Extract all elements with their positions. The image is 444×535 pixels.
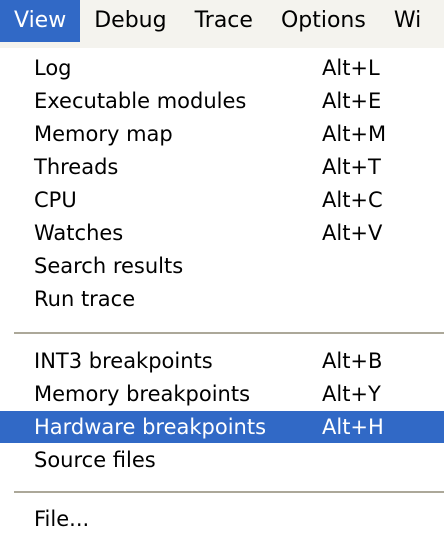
menu-item-label: Executable modules bbox=[34, 89, 247, 113]
menu-item-memory-map[interactable]: Memory map Alt+M bbox=[0, 118, 444, 150]
menu-item-threads[interactable]: Threads Alt+T bbox=[0, 151, 444, 183]
menubar-window[interactable]: Wi bbox=[380, 0, 435, 42]
menu-item-shortcut: Alt+V bbox=[322, 221, 383, 245]
menu-item-label: Memory breakpoints bbox=[34, 382, 251, 406]
menu-item-cpu[interactable]: CPU Alt+C bbox=[0, 184, 444, 216]
menu-item-executable-modules[interactable]: Executable modules Alt+E bbox=[0, 85, 444, 117]
menu-item-label: Source files bbox=[34, 448, 156, 472]
menu-item-label: Threads bbox=[34, 155, 119, 179]
menu-item-label: CPU bbox=[34, 188, 77, 212]
menu-item-log[interactable]: Log Alt+L bbox=[0, 52, 444, 84]
menu-item-search-results[interactable]: Search results bbox=[0, 250, 444, 282]
menu-item-shortcut: Alt+L bbox=[322, 56, 380, 80]
menu-item-shortcut: Alt+T bbox=[322, 155, 381, 179]
menu-separator bbox=[14, 491, 444, 493]
menu-item-shortcut: Alt+Y bbox=[322, 382, 381, 406]
menu-item-shortcut: Alt+M bbox=[322, 122, 387, 146]
menu-item-label: Run trace bbox=[34, 287, 136, 311]
menu-item-label: Hardware breakpoints bbox=[34, 415, 267, 439]
view-dropdown-menu: Log Alt+L Executable modules Alt+E Memor… bbox=[0, 48, 444, 531]
menu-item-label: Watches bbox=[34, 221, 124, 245]
menu-item-hardware-breakpoints[interactable]: Hardware breakpoints Alt+H bbox=[0, 411, 444, 443]
menu-item-label: File... bbox=[34, 507, 90, 531]
menubar-debug[interactable]: Debug bbox=[80, 0, 180, 42]
menu-item-shortcut: Alt+H bbox=[322, 415, 384, 439]
menubar-trace[interactable]: Trace bbox=[181, 0, 267, 42]
menu-item-shortcut: Alt+E bbox=[322, 89, 382, 113]
menu-item-label: Log bbox=[34, 56, 72, 80]
menu-item-file[interactable]: File... bbox=[0, 503, 444, 535]
menubar-options[interactable]: Options bbox=[267, 0, 380, 42]
menu-item-label: INT3 breakpoints bbox=[34, 349, 213, 373]
menu-item-int3-breakpoints[interactable]: INT3 breakpoints Alt+B bbox=[0, 345, 444, 377]
menu-item-label: Search results bbox=[34, 254, 184, 278]
menu-item-source-files[interactable]: Source files bbox=[0, 444, 444, 476]
menu-item-label: Memory map bbox=[34, 122, 173, 146]
menu-separator bbox=[14, 332, 444, 334]
menu-item-shortcut: Alt+C bbox=[322, 188, 383, 212]
menu-bar: View Debug Trace Options Wi bbox=[0, 0, 444, 48]
menu-item-run-trace[interactable]: Run trace bbox=[0, 283, 444, 315]
menu-item-memory-breakpoints[interactable]: Memory breakpoints Alt+Y bbox=[0, 378, 444, 410]
menubar-view[interactable]: View bbox=[0, 0, 81, 42]
menu-item-shortcut: Alt+B bbox=[322, 349, 383, 373]
menu-item-watches[interactable]: Watches Alt+V bbox=[0, 217, 444, 249]
